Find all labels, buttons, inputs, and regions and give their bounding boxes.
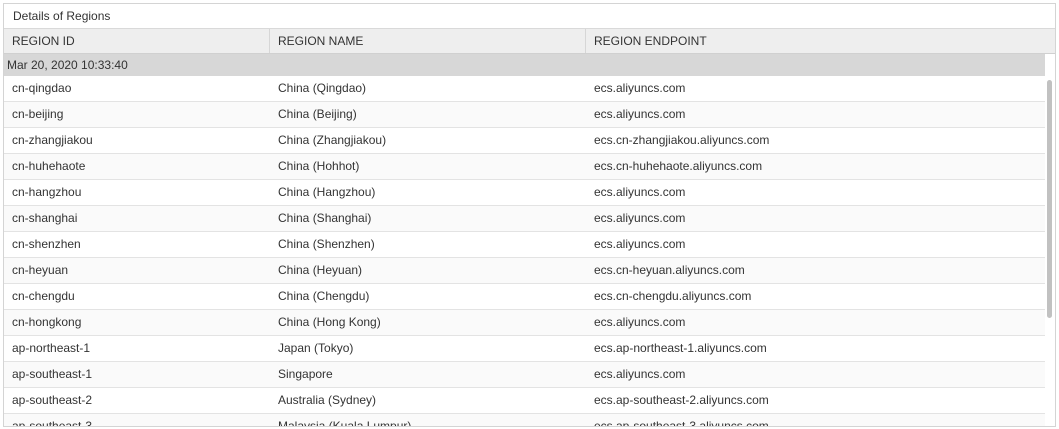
table-row[interactable]: cn-beijing China (Beijing) ecs.aliyuncs.co… [4, 102, 1045, 128]
cell-region-name: China (Qingdao) [278, 81, 367, 95]
table-row[interactable]: ap-southeast-1 Singapore ecs.aliyuncs.com [4, 362, 1045, 388]
cell-region-name: China (Hong Kong) [278, 315, 381, 329]
table-row[interactable]: cn-zhangjiakou China (Zhangjiakou) ecs.cn-… [4, 128, 1045, 154]
cell-region-name: Australia (Sydney) [278, 393, 377, 407]
table-row[interactable]: cn-huhehaote China (Hohhot) ecs.cn-huhehao… [4, 154, 1045, 180]
cell-region-endpoint: ecs.cn-huhehaote.aliyuncs.com [594, 159, 763, 173]
cell-region-endpoint: ecs.cn-chengdu.aliyuncs.com [594, 289, 752, 303]
cell-region-id: cn-heyuan [12, 263, 69, 277]
cell-region-endpoint: ecs.aliyuncs.com [594, 185, 686, 199]
table-row[interactable]: ap-southeast-2 Australia (Sydney) ecs.ap-s… [4, 388, 1045, 414]
cell-region-id: cn-qingdao [12, 81, 72, 95]
cell-region-name: China (Zhangjiakou) [278, 133, 387, 147]
cell-region-endpoint: ecs.aliyuncs.com [594, 81, 686, 95]
group-header-row[interactable]: Mar 20, 2020 10:33:40 [4, 54, 1045, 76]
cell-region-endpoint: ecs.cn-zhangjiakou.aliyuncs.com [594, 133, 770, 147]
cell-region-id: cn-shanghai [12, 211, 78, 225]
table-rows: cn-qingdao China (Qingdao) ecs.aliyuncs.co… [4, 76, 1045, 427]
cell-region-endpoint: ecs.cn-heyuan.aliyuncs.com [594, 263, 745, 277]
cell-region-name: China (Shenzhen) [278, 237, 375, 251]
cell-region-endpoint: ecs.ap-southeast-3.aliyuncs.com [594, 419, 769, 427]
grid-header: REGION ID REGION NAME REGION ENDPOINT [4, 29, 1055, 54]
cell-region-name: Japan (Tokyo) [278, 341, 354, 355]
cell-region-id: cn-chengdu [12, 289, 75, 303]
cell-region-id: cn-hangzhou [12, 185, 82, 199]
cell-region-name: China (Hohhot) [278, 159, 360, 173]
table-row[interactable]: cn-qingdao China (Qingdao) ecs.aliyuncs.co… [4, 76, 1045, 102]
cell-region-name: China (Hangzhou) [278, 185, 376, 199]
cell-region-id: cn-beijing [12, 107, 64, 121]
table-row[interactable]: ap-northeast-1 Japan (Tokyo) ecs.ap-northe… [4, 336, 1045, 362]
table-row[interactable]: cn-shenzhen China (Shenzhen) ecs.aliyuncs.… [4, 232, 1045, 258]
table-row[interactable]: cn-hongkong China (Hong Kong) ecs.aliyuncs… [4, 310, 1045, 336]
vertical-scrollbar[interactable] [1047, 78, 1053, 426]
column-header-region-endpoint[interactable]: REGION ENDPOINT [586, 29, 1055, 53]
cell-region-id: ap-northeast-1 [12, 341, 91, 355]
cell-region-name: Malaysia (Kuala Lumpur) [278, 419, 412, 427]
cell-region-endpoint: ecs.aliyuncs.com [594, 367, 686, 381]
cell-region-endpoint: ecs.aliyuncs.com [594, 237, 686, 251]
cell-region-endpoint: ecs.aliyuncs.com [594, 107, 686, 121]
cell-region-name: Singapore [278, 367, 333, 381]
cell-region-name: China (Beijing) [278, 107, 357, 121]
cell-region-endpoint: ecs.ap-northeast-1.aliyuncs.com [594, 341, 767, 355]
scrollbar-thumb[interactable] [1047, 80, 1052, 318]
cell-region-id: cn-hongkong [12, 315, 82, 329]
cell-region-id: ap-southeast-1 [12, 367, 93, 381]
table-row[interactable]: cn-chengdu China (Chengdu) ecs.cn-chengdu.… [4, 284, 1045, 310]
cell-region-id: cn-huhehaote [12, 159, 86, 173]
cell-region-endpoint: ecs.aliyuncs.com [594, 315, 686, 329]
panel-title: Details of Regions [4, 4, 1055, 29]
column-header-region-id[interactable]: REGION ID [4, 29, 270, 53]
cell-region-id: ap-southeast-2 [12, 393, 93, 407]
table-row[interactable]: cn-heyuan China (Heyuan) ecs.cn-heyuan.ali… [4, 258, 1045, 284]
cell-region-id: cn-zhangjiakou [12, 133, 93, 147]
table-row[interactable]: cn-hangzhou China (Hangzhou) ecs.aliyuncs.… [4, 180, 1045, 206]
cell-region-id: cn-shenzhen [12, 237, 81, 251]
cell-region-name: China (Shanghai) [278, 211, 372, 225]
cell-region-endpoint: ecs.ap-southeast-2.aliyuncs.com [594, 393, 769, 407]
column-header-region-name[interactable]: REGION NAME [270, 29, 586, 53]
cell-region-name: China (Chengdu) [278, 289, 370, 303]
table-row[interactable]: cn-shanghai China (Shanghai) ecs.aliyuncs.… [4, 206, 1045, 232]
table-row[interactable]: ap-southeast-3 Malaysia (Kuala Lumpur) ecs… [4, 414, 1045, 427]
grid-body[interactable]: Mar 20, 2020 10:33:40 cn-qingdao China (Q… [4, 54, 1055, 427]
cell-region-endpoint: ecs.aliyuncs.com [594, 211, 686, 225]
cell-region-id: ap-southeast-3 [12, 419, 93, 427]
regions-panel: Details of Regions REGION ID REGION NAME… [3, 3, 1056, 427]
cell-region-name: China (Heyuan) [278, 263, 363, 277]
